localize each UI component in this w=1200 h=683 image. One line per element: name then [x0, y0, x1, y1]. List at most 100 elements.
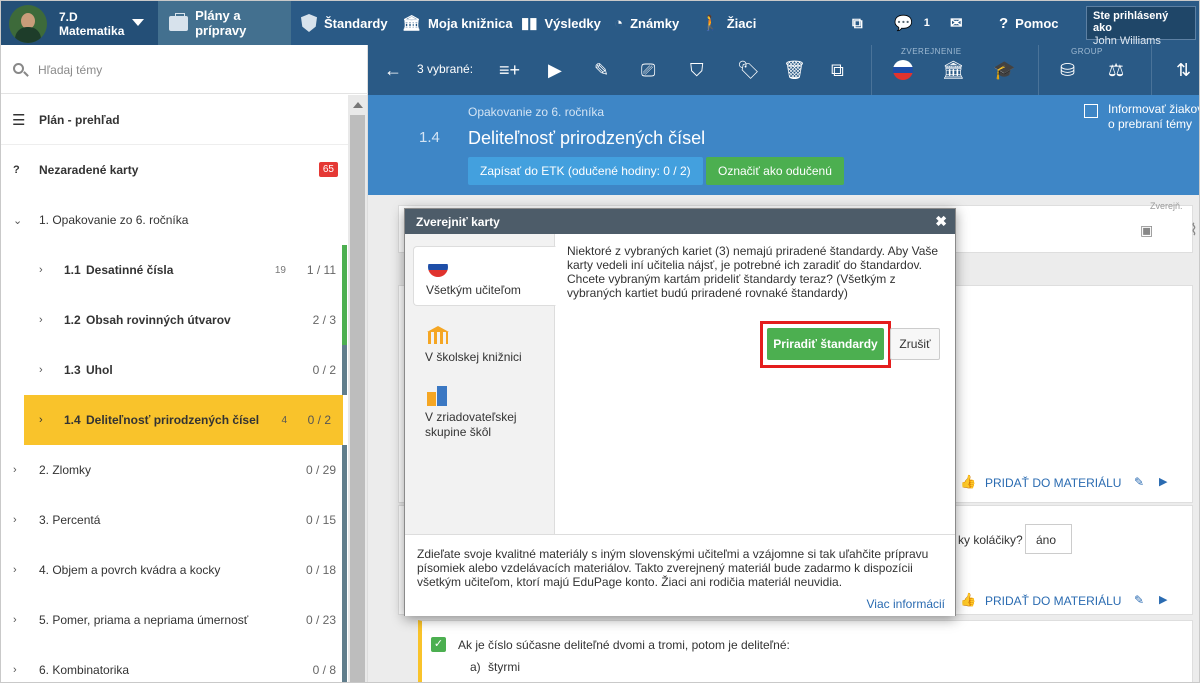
scroll-up-arrow-icon[interactable] — [353, 102, 363, 108]
write-to-etk-button[interactable]: Zapísať do ETK (odučené hodiny: 0 / 2) — [468, 157, 703, 185]
library-icon: 🏛 — [402, 15, 422, 32]
sidebar-item-chapter-6[interactable]: › 6. Kombinatorika 0 / 8 — [1, 645, 348, 682]
sidebar-item-1-3[interactable]: › 1.3 Uhol 0 / 2 — [1, 345, 348, 395]
nav-students[interactable]: 🚶 Žiaci — [701, 1, 756, 45]
tab-label: Všetkým učiteľom — [426, 283, 521, 297]
sidebar-item-chapter-1[interactable]: ⌄ 1. Opakovanie zo 6. ročníka — [1, 195, 348, 245]
bar-chart-icon: ▮▮ — [521, 15, 538, 32]
mail-button[interactable]: ✉ — [950, 1, 970, 45]
assign-standards-button[interactable]: Priradiť štandardy — [767, 328, 884, 360]
sidebar-item-chapter-4[interactable]: › 4. Objem a povrch kvádra a kocky 0 / 1… — [1, 545, 348, 595]
sidebar-overview[interactable]: ☰ Plán - prehľad — [1, 95, 348, 145]
pencil-icon[interactable]: ✎ — [1134, 593, 1144, 607]
sidebar-item-chapter-5[interactable]: › 5. Pomer, priama a nepriama úmernosť 0… — [1, 595, 348, 645]
breadcrumb[interactable]: Opakovanie zo 6. ročníka — [468, 105, 604, 119]
more-info-link[interactable]: Viac informácií — [867, 597, 945, 611]
nav-library-label: Moja knižnica — [428, 15, 513, 31]
nav-results[interactable]: ▮▮ Výsledky — [521, 1, 601, 45]
pencil-icon[interactable]: ✎ — [1134, 475, 1144, 489]
grades-icon: ◔ — [614, 14, 624, 32]
sidebar-unassigned[interactable]: ? Nezaradené karty 65 — [1, 145, 348, 195]
overview-label: Plán - prehľad — [39, 112, 120, 127]
progress-marker — [342, 345, 347, 395]
display-button[interactable]: ⧉ — [852, 1, 870, 45]
top-navigation-bar: 7.D Matematika Plány a prípravy Štandard… — [1, 1, 1199, 47]
back-arrow-icon[interactable]: ← — [384, 59, 402, 81]
tag-icon[interactable]: 🏷 — [737, 59, 760, 81]
tab-label: V školskej knižnici — [425, 350, 522, 364]
topic-number: 1.4 — [64, 413, 81, 427]
inform-students-checkbox[interactable] — [1084, 104, 1098, 118]
topic-search[interactable]: Hľadaj témy — [1, 45, 368, 94]
topic-label: Desatinné čísla — [86, 263, 174, 277]
sidebar-item-1-2[interactable]: › 1.2 Obsah rovinných útvarov 2 / 3 — [1, 295, 348, 345]
trash-icon[interactable]: 🗑 — [783, 59, 806, 81]
play-icon[interactable]: ▶ — [1159, 475, 1167, 488]
nav-grades[interactable]: ◔ Známky — [614, 1, 679, 45]
graduation-cap-icon[interactable]: 🎓 — [993, 59, 1015, 81]
tab-all-teachers[interactable]: Všetkým učiteľom — [413, 246, 556, 306]
nav-grades-label: Známky — [630, 15, 680, 31]
caret-down-icon — [132, 19, 144, 26]
pencil-icon[interactable]: ✎ — [594, 59, 609, 81]
tab-school-library[interactable]: V školskej knižnici — [413, 314, 556, 374]
sort-icon[interactable]: ⇅ — [1176, 59, 1191, 81]
answer-field[interactable]: áno — [1025, 524, 1072, 554]
user-account-box[interactable]: Ste prihlásený ako John Williams — [1086, 6, 1196, 47]
checkbox-checked-icon[interactable]: ✓ — [431, 637, 446, 652]
sidebar-item-1-4-active[interactable]: › 1.4 Deliteľnosť prirodzených čísel 4 0… — [24, 395, 343, 445]
progress-marker — [342, 245, 347, 295]
chapter-label: 3. Percentá — [39, 513, 101, 527]
sidebar-item-1-1[interactable]: › 1.1 Desatinné čísla 19 1 / 11 — [1, 245, 348, 295]
library-icon[interactable]: 🏛 — [942, 59, 965, 81]
scales-icon[interactable]: ⚖ — [1108, 59, 1124, 81]
footer-info-text: Zdieľate svoje kvalitné materiály s iným… — [417, 547, 929, 589]
database-icon[interactable]: ⛁ — [1060, 59, 1075, 81]
nav-library[interactable]: 🏛 Moja knižnica — [402, 1, 513, 45]
cast-icon[interactable]: ⎚ — [641, 59, 655, 81]
tab-school-group[interactable]: V zriadovateľskej skupine škôl — [413, 374, 556, 449]
add-to-material-link[interactable]: PRIDAŤ DO MATERIÁLU — [985, 594, 1121, 608]
chapter-label: 1. Opakovanie zo 6. ročníka — [39, 213, 189, 227]
option-letter: a) — [470, 660, 481, 674]
paperclip-icon[interactable]: ⌇ — [1190, 220, 1198, 240]
close-icon[interactable]: ✖ — [935, 213, 947, 230]
cast-icon: ⧉ — [852, 14, 863, 32]
question-text-tail: ky koláčiky? — [958, 533, 1023, 547]
topic-number: 1.2 — [64, 313, 81, 327]
nav-plans-label: Plány a prípravy — [195, 8, 247, 38]
play-icon[interactable]: ▶ — [1159, 593, 1167, 606]
add-to-list-icon[interactable]: ≡+ — [499, 59, 520, 81]
shield-icon[interactable]: ⛉ — [690, 59, 704, 81]
nav-results-label: Výsledky — [544, 15, 601, 31]
nav-standards[interactable]: Štandardy — [301, 1, 388, 45]
mark-as-taught-button[interactable]: Označiť ako odučenú — [706, 157, 844, 185]
quiz-question: Ak je číslo súčasne deliteľné dvomi a tr… — [458, 638, 790, 652]
sidebar-scroll-thumb[interactable] — [350, 115, 365, 682]
chapter-label: 4. Objem a povrch kvádra a kocky — [39, 563, 221, 577]
dialog-header: Zverejniť karty ✖ — [405, 209, 955, 234]
copy-icon[interactable]: ⧉ — [831, 59, 844, 81]
add-to-material-link[interactable]: PRIDAŤ DO MATERIÁLU — [985, 476, 1121, 490]
thumb-up-icon[interactable]: 👍 — [960, 592, 976, 608]
nav-plans[interactable]: Plány a prípravy — [158, 1, 291, 45]
chapter-progress: 0 / 18 — [305, 563, 336, 577]
play-icon[interactable]: ▶ — [548, 59, 562, 81]
messages-count: 1 — [923, 17, 930, 29]
chevron-right-icon: › — [13, 464, 17, 476]
class-avatar — [9, 5, 47, 43]
students-icon: 🚶 — [701, 15, 720, 32]
messages-button[interactable]: 💬 1 — [894, 1, 930, 45]
slovak-flag-icon[interactable] — [893, 60, 913, 80]
thumb-up-icon[interactable]: 👍 — [960, 474, 976, 490]
logged-in-label: Ste prihlásený ako — [1093, 10, 1169, 34]
sidebar-item-chapter-2[interactable]: › 2. Zlomky 0 / 29 — [1, 445, 348, 495]
search-input[interactable]: Hľadaj témy — [38, 63, 102, 77]
image-icon[interactable]: ▣ — [1140, 222, 1153, 239]
class-selector[interactable]: 7.D Matematika — [1, 1, 158, 45]
topic-number: 1.1 — [64, 263, 81, 277]
sidebar-item-chapter-3[interactable]: › 3. Percentá 0 / 15 — [1, 495, 348, 545]
cancel-button[interactable]: Zrušiť — [890, 328, 940, 360]
chevron-right-icon: › — [39, 264, 43, 276]
help-button[interactable]: ? Pomoc — [999, 1, 1059, 45]
